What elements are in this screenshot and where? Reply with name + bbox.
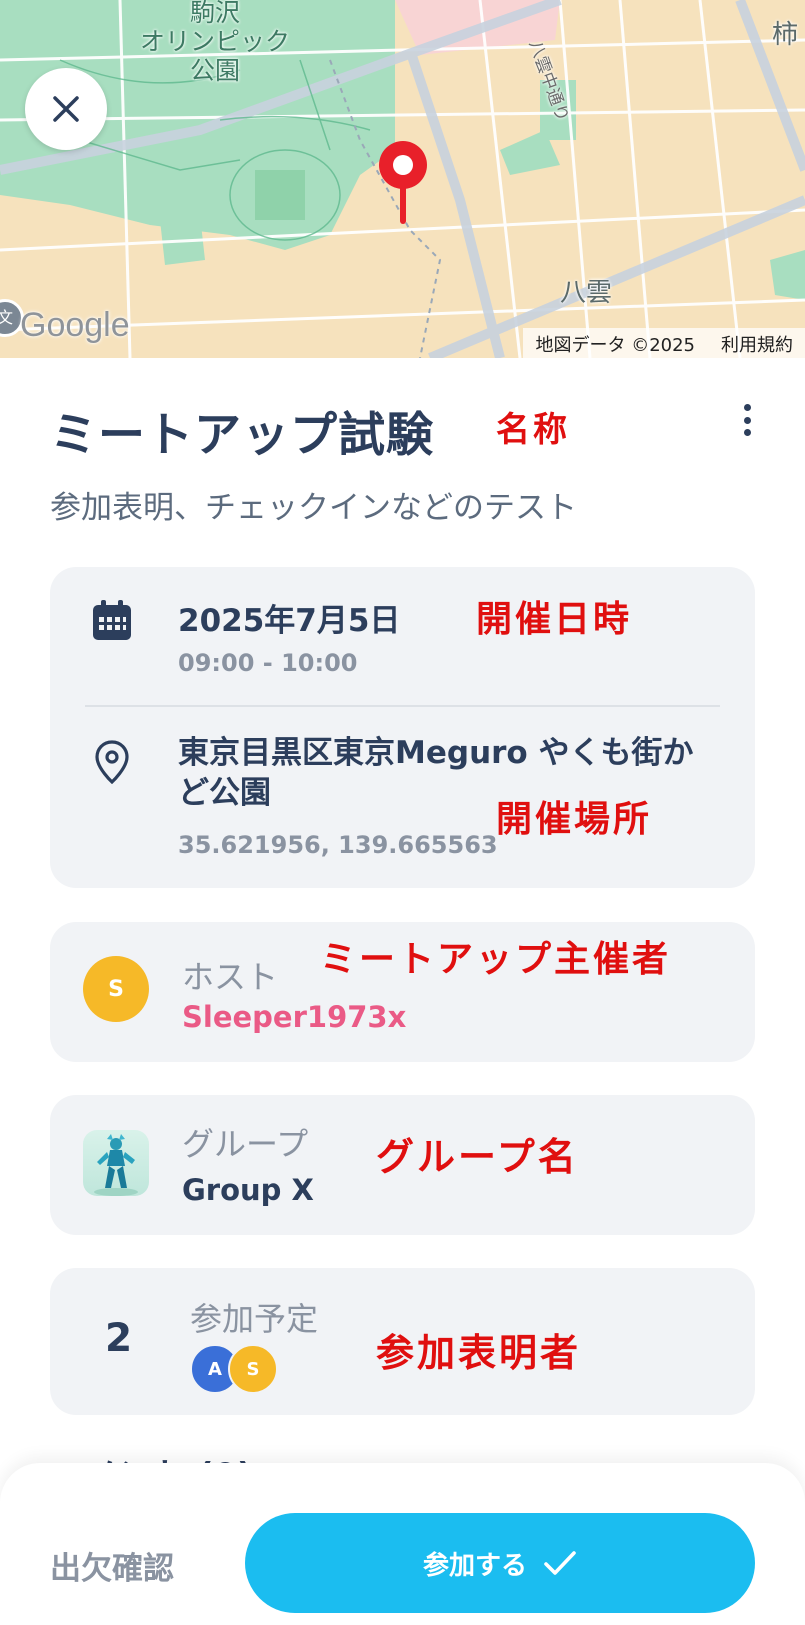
annotation-attendees: 参加表明者 [376, 1331, 582, 1375]
annotation-host: ミートアップ主催者 [320, 939, 672, 980]
host-label: ホスト [182, 958, 279, 996]
attendee-count: 2 [105, 1316, 133, 1361]
group-label: グループ [182, 1125, 309, 1163]
annotation-place: 開催場所 [496, 799, 653, 840]
event-date: 2025年7月5日 [178, 603, 401, 639]
map-label-yakumo: 八雲 [560, 278, 613, 308]
map-terms-link[interactable]: 利用規約 [721, 331, 793, 358]
host-name[interactable]: Sleeper1973x [182, 1000, 406, 1034]
attendance-label: 参加予定 [190, 1300, 319, 1338]
close-icon [53, 96, 79, 122]
attendee-avatar: S [228, 1344, 278, 1394]
map-pin-icon [379, 141, 427, 224]
annotation-group: グループ名 [376, 1135, 579, 1179]
calendar-icon [93, 600, 131, 640]
group-avatar-figure [94, 1134, 138, 1196]
checkmark-icon [544, 1551, 576, 1575]
more-options-button[interactable] [736, 400, 758, 440]
meetup-title: ミートアップ試験 [50, 408, 434, 463]
group-image [83, 1130, 149, 1196]
group-name[interactable]: Group X [182, 1173, 314, 1207]
event-time: 09:00 - 10:00 [178, 649, 358, 677]
join-button-label: 参加する [422, 1550, 527, 1581]
map-data-credit: 地図データ ©2025 [535, 335, 695, 356]
map-view[interactable]: 駒沢 オリンピック 公園 八雲中通り 八雲 柿 文 Google 地図データ ©… [0, 0, 805, 358]
annotation-name: 名称 [496, 410, 570, 450]
map-label-park: 駒沢 オリンピック 公園 [139, 0, 290, 85]
meetup-description: 参加表明、チェックインなどのテスト [50, 490, 577, 526]
more-dot [743, 429, 751, 436]
card-divider [85, 705, 720, 707]
more-dot [743, 404, 751, 411]
bottom-action-bar: 出欠確認 参加する [0, 1463, 805, 1625]
location-pin-icon [95, 740, 129, 784]
host-avatar: S [83, 956, 149, 1022]
map-label-kaki: 柿 [772, 20, 799, 50]
google-logo: Google [20, 306, 130, 344]
map-attribution: 地図データ ©2025 利用規約 [523, 328, 805, 358]
close-button[interactable] [25, 68, 107, 150]
annotation-datetime: 開催日時 [476, 599, 633, 640]
more-dot [743, 416, 751, 424]
event-location-coords: 35.621956, 139.665563 [178, 831, 498, 859]
attendance-check-button[interactable]: 出欠確認 [50, 1543, 174, 1588]
join-button[interactable]: 参加する [245, 1513, 755, 1613]
